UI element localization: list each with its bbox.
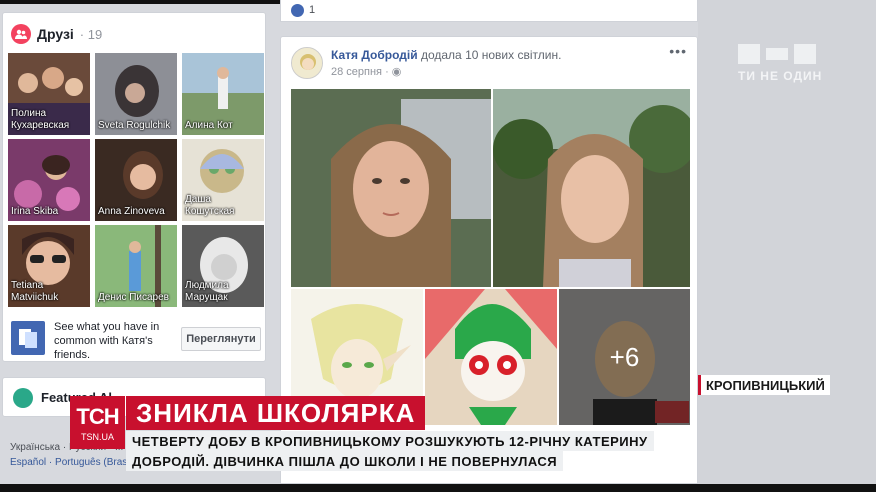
friends-title[interactable]: Друзі	[37, 26, 74, 42]
common-friends-icon	[11, 321, 45, 355]
friend-tile[interactable]: Anna Zinoveva	[95, 139, 177, 221]
tsn-site: TSN.UA	[80, 432, 114, 442]
more-photos-count: +6	[559, 289, 690, 425]
author-avatar[interactable]	[291, 47, 323, 79]
friend-tile[interactable]: Sveta Rogulchik	[95, 53, 177, 135]
globe-icon: ◉	[391, 66, 402, 78]
friends-count: · 19	[79, 26, 103, 42]
tsn-logo: ТСН TSN.UA	[70, 396, 125, 449]
featured-icon	[13, 388, 33, 408]
friend-name: Irina Skiba	[11, 206, 59, 217]
post-photo-4[interactable]	[425, 289, 557, 425]
friend-name: Tetiana Matviichuk	[11, 280, 59, 303]
friend-name: Anna Zinoveva	[98, 206, 165, 217]
post-photo-2[interactable]	[493, 89, 690, 287]
friend-tile[interactable]: Полина Кухаревская	[8, 53, 90, 135]
friend-tile[interactable]: Tetiana Matviichuk	[8, 225, 90, 307]
author-name[interactable]: Катя Добродій	[331, 48, 418, 62]
friends-header: Друзі · 19	[11, 23, 102, 45]
friend-name: Людмила Марущак	[185, 280, 229, 303]
friends-card: Друзі · 19 Полина Кухаревская Sveta Rogu…	[2, 12, 266, 362]
news-subtitle-line-2: ДОБРОДІЙ. ДІВЧИНКА ПІШЛА ДО ШКОЛИ І НЕ П…	[126, 451, 564, 471]
like-count[interactable]: 1	[309, 4, 315, 16]
friends-icon	[11, 24, 31, 44]
friend-tile[interactable]: Даша Кошутская	[182, 139, 264, 221]
friend-tile[interactable]: Денис Писарев	[95, 225, 177, 307]
bottom-dark-strip	[0, 484, 876, 492]
more-options-icon[interactable]: •••	[669, 43, 687, 59]
tsn-logo-text: ТСН	[76, 404, 119, 429]
channel-logo-watermark	[736, 40, 822, 68]
post-date[interactable]: 28 серпня · ◉	[331, 65, 401, 78]
friend-name: Полина Кухаревская	[11, 108, 70, 131]
friend-name: Алина Кот	[185, 120, 233, 131]
channel-slogan: ТИ НЕ ОДИН	[738, 69, 823, 83]
friend-name: Даша Кошутская	[185, 194, 235, 217]
previous-post-reactions: 1	[280, 0, 698, 22]
news-subtitle-line-1: ЧЕТВЕРТУ ДОБУ В КРОПИВНИЦЬКОМУ РОЗШУКУЮТ…	[126, 431, 654, 451]
location-badge: КРОПИВНИЦЬКИЙ	[698, 375, 830, 395]
news-headline: ЗНИКЛА ШКОЛЯРКА	[126, 396, 426, 430]
common-friends-row: See what you have in common with Катя's …	[11, 319, 261, 361]
post-action: додала 10 нових світлин.	[420, 48, 562, 62]
friend-tile[interactable]: Irina Skiba	[8, 139, 90, 221]
post-header-text: Катя Добродій додала 10 нових світлин.	[331, 48, 561, 62]
like-icon	[291, 4, 304, 17]
common-friends-text: See what you have in common with Катя's …	[54, 321, 160, 361]
friend-tile[interactable]: Людмила Марущак	[182, 225, 264, 307]
friend-name: Sveta Rogulchik	[98, 120, 171, 131]
view-common-button[interactable]: Переглянути	[181, 327, 261, 351]
post-photo-5-more[interactable]: +6	[559, 289, 690, 425]
friend-tile[interactable]: Алина Кот	[182, 53, 264, 135]
post-photo-1[interactable]	[291, 89, 491, 287]
friend-name: Денис Писарев	[98, 292, 169, 303]
